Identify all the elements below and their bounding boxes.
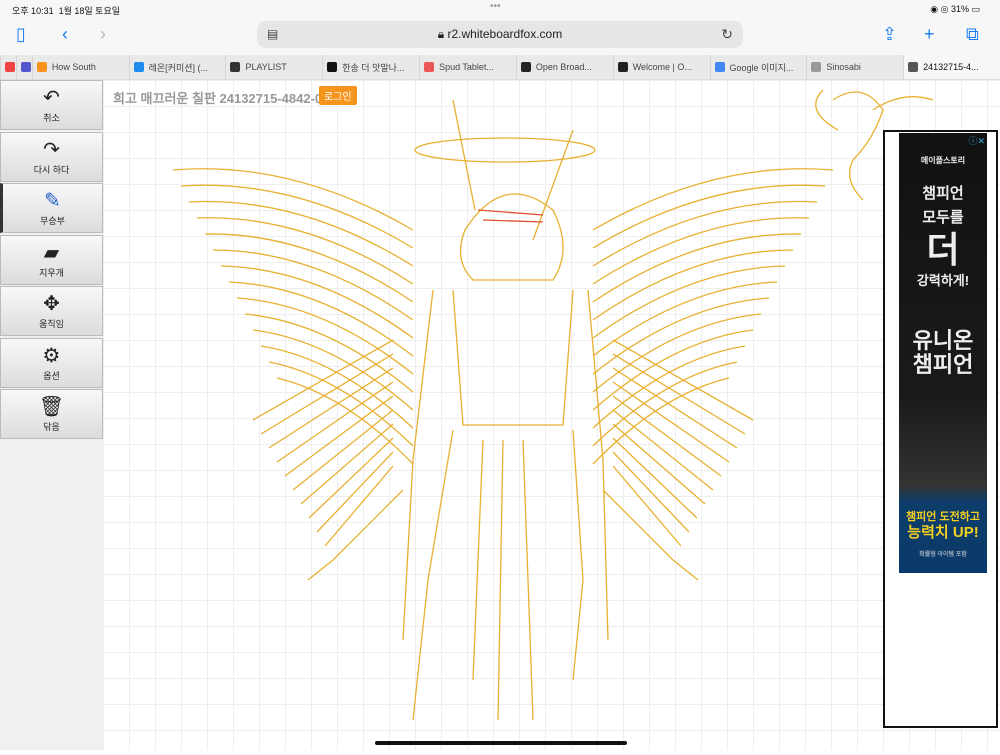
favicon-icon — [714, 62, 725, 72]
browser-tab[interactable] — [0, 55, 16, 79]
tab-bar: How South 레온[커미션] (... PLAYLIST 한송 더 맛말나...… — [0, 55, 1000, 80]
tool-label: 무승부 — [40, 216, 65, 226]
tool-pencil-button[interactable]: ✎ 무승부 — [0, 183, 103, 233]
tab-label: Open Broad... — [535, 62, 592, 72]
tabs-overview-icon[interactable]: ⧉ — [966, 24, 979, 45]
tool-label: 취소 — [43, 113, 60, 123]
browser-tab[interactable] — [15, 55, 32, 79]
ad-text: 유니온 — [912, 328, 974, 353]
tool-undo-button[interactable]: ↶ 취소 — [0, 80, 103, 130]
redo-icon: ↷ — [43, 138, 60, 161]
favicon-icon — [230, 62, 241, 72]
status-time: 오후 10:31 1월 18일 토요일 — [12, 6, 121, 16]
trash-icon: 🗑︎ — [38, 396, 65, 418]
browser-tab[interactable]: Spud Tablet... — [419, 55, 516, 79]
tool-sidebar: ↶ 취소 ↷ 다시 하다 ✎ 무승부 ▰ 지우개 ✥ 움직임 ⚙ 옵션 🗑︎ 닦음 — [0, 80, 103, 750]
status-bar: 오후 10:31 1월 18일 토요일 ••• ◉ ◎ 31% ▭ — [0, 0, 1000, 18]
favicon-icon — [908, 62, 919, 72]
browser-tab[interactable]: 한송 더 맛말나... — [322, 55, 419, 79]
tool-gear-button[interactable]: ⚙ 옵션 — [0, 337, 103, 388]
lock-icon: 🔒︎ — [437, 27, 445, 41]
share-icon[interactable]: ⇪ — [882, 24, 897, 45]
login-button[interactable]: 로그인 — [319, 86, 357, 105]
favicon-icon — [36, 62, 47, 72]
browser-tab[interactable]: How South — [31, 55, 129, 79]
tool-label: 옵션 — [43, 370, 60, 381]
ad-banner[interactable]: ⓘ✕ 메이플스토리 챔피언 모두를 더 강력하게! 유니온 챔피언 챔피언 도전하고… — [899, 133, 987, 573]
ad-container: ⓘ✕ 메이플스토리 챔피언 모두를 더 강력하게! 유니온 챔피언 챔피언 도전하고… — [883, 130, 998, 728]
ad-text: 더 — [926, 229, 960, 270]
browser-tab[interactable]: Welcome | O... — [612, 55, 710, 79]
tab-label: PLAYLIST — [245, 62, 287, 72]
tab-label: How South — [51, 62, 96, 72]
ad-text: 챔피언 — [912, 352, 974, 377]
favicon-icon — [617, 62, 628, 72]
ad-cta: 능력치 UP! — [907, 524, 979, 541]
sidebar-toggle-icon[interactable]: ▯ — [16, 24, 26, 45]
gear-icon: ⚙ — [42, 344, 61, 367]
back-icon[interactable]: ‹ — [62, 24, 68, 45]
ad-text: 모두를 — [922, 209, 964, 226]
ad-cta: 챔피언 도전하고 — [906, 511, 980, 523]
favicon-icon — [133, 62, 144, 72]
tool-redo-button[interactable]: ↷ 다시 하다 — [0, 131, 103, 182]
tab-label: Welcome | O... — [632, 62, 692, 72]
browser-tab[interactable]: Sinosabi — [806, 55, 903, 79]
tab-label: 레온[커미션] (... — [148, 62, 209, 73]
favicon-icon — [327, 62, 338, 72]
pencil-icon: ✎ — [44, 190, 61, 212]
favicon-icon — [20, 62, 31, 72]
address-bar[interactable]: ▤ 🔒︎ r2.whiteboardfox.com ↻ — [257, 21, 743, 48]
tool-label: 지우개 — [39, 267, 64, 278]
favicon-icon — [811, 62, 822, 72]
tab-label: Sinosabi — [826, 62, 861, 72]
favicon-icon — [5, 62, 15, 72]
tool-eraser-button[interactable]: ▰ 지우개 — [0, 234, 103, 285]
move-icon: ✥ — [43, 293, 60, 315]
tab-label: Google 이미지... — [729, 62, 794, 73]
reload-icon[interactable]: ↻ — [721, 21, 733, 48]
favicon-icon — [520, 62, 531, 72]
tool-label: 다시 하다 — [33, 164, 70, 175]
reader-icon[interactable]: ▤ — [267, 21, 278, 48]
browser-tab[interactable]: 레온[커미션] (... — [128, 55, 226, 79]
ad-brand: 메이플스토리 — [920, 156, 966, 165]
board-title: 희고 매끄러운 칠판 24132715-4842-0 — [113, 91, 323, 106]
ad-disclaimer: 확률형 아이템 포함 — [919, 552, 967, 558]
tab-label: Spud Tablet... — [439, 62, 494, 72]
ad-close-icon[interactable]: ⓘ✕ — [968, 134, 985, 147]
browser-tab[interactable]: Open Broad... — [515, 55, 613, 79]
browser-tab[interactable]: Google 이미지... — [709, 55, 807, 79]
undo-icon: ↶ — [43, 87, 60, 109]
eraser-icon: ▰ — [43, 241, 60, 264]
browser-tab[interactable]: 24132715-4... — [903, 55, 1000, 79]
new-tab-icon[interactable]: + — [924, 24, 935, 45]
forward-icon[interactable]: › — [100, 24, 106, 45]
browser-toolbar: ▯ ‹ › ▤ 🔒︎ r2.whiteboardfox.com ↻ ⇪ + ⧉ — [0, 18, 1000, 55]
angel-drawing — [172, 89, 934, 721]
home-indicator[interactable] — [375, 741, 627, 745]
favicon-icon — [424, 62, 435, 72]
tool-label: 움직임 — [39, 319, 64, 329]
whiteboard-canvas[interactable] — [103, 80, 1000, 750]
tool-trash-button[interactable]: 🗑︎ 닦음 — [0, 389, 103, 439]
ad-text: 챔피언 — [922, 185, 964, 202]
tab-label: 24132715-4... — [923, 62, 979, 72]
tool-move-button[interactable]: ✥ 움직임 — [0, 286, 103, 336]
battery-indicator: ◉ ◎ 31% ▭ — [930, 4, 980, 14]
tool-label: 닦음 — [43, 422, 60, 432]
browser-tab[interactable]: PLAYLIST — [225, 55, 322, 79]
multitask-dots[interactable]: ••• — [490, 1, 501, 12]
url-text: r2.whiteboardfox.com — [447, 27, 563, 41]
tab-label: 한송 더 맛말나... — [342, 62, 405, 73]
ad-text: 강력하게! — [916, 273, 970, 288]
